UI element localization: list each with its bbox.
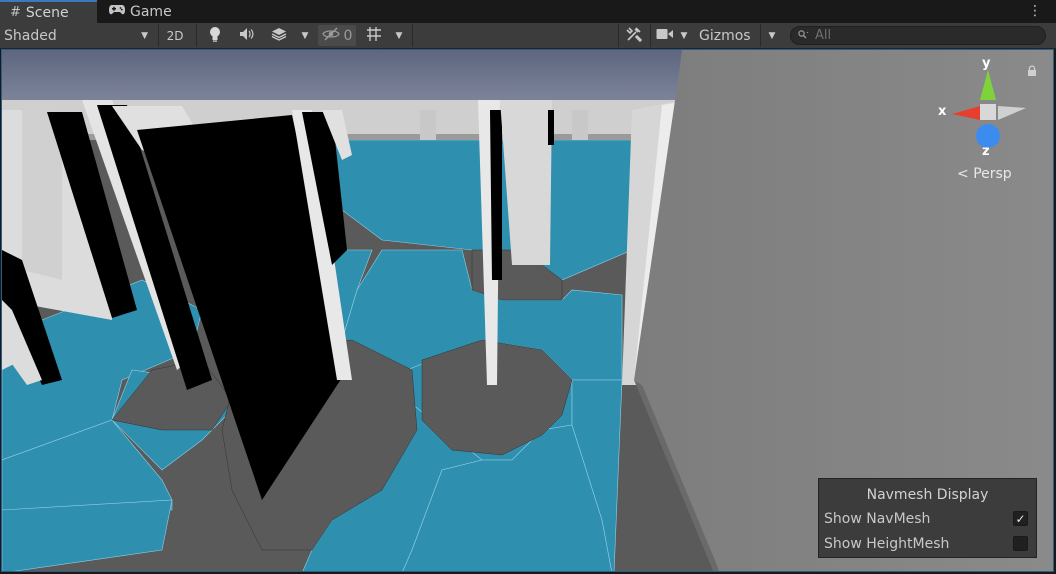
effects-dropdown-button[interactable]: ▼ [296, 25, 314, 46]
chevron-down-icon: ▼ [768, 30, 776, 41]
chevron-down-icon: ▼ [680, 30, 688, 41]
checkmark-icon: ✓ [1015, 511, 1026, 526]
tools-button[interactable] [622, 25, 646, 46]
navmesh-overlay-title: Navmesh Display [866, 487, 989, 503]
chevron-down-icon: ▼ [395, 30, 403, 41]
tab-bar: # Scene Game ⋮ [0, 0, 1056, 23]
projection-label: Persp [973, 166, 1012, 182]
gizmos-button[interactable]: Gizmos [696, 25, 758, 46]
scene-grid-icon: # [10, 5, 21, 20]
search-placeholder: All [815, 28, 832, 43]
light-bulb-icon [209, 26, 221, 46]
show-navmesh-label: Show NavMesh [824, 511, 931, 527]
lighting-toggle-button[interactable] [202, 25, 228, 46]
chevron-left-icon: < [957, 166, 969, 182]
x-axis-cone[interactable] [952, 106, 980, 120]
axis-z-label: z [982, 144, 990, 159]
scene-toolbar: Shaded ▼ 2D ▼ 0 ▼ ▼ Gizmos ▼ All [0, 23, 1056, 49]
show-heightmesh-checkbox[interactable] [1013, 536, 1028, 551]
tab-scene[interactable]: # Scene [0, 0, 97, 23]
camera-icon [656, 28, 674, 44]
shading-mode-dropdown[interactable]: Shaded ▼ [4, 25, 154, 46]
camera-button[interactable] [654, 25, 676, 46]
gamepad-icon [109, 4, 125, 19]
hidden-count: 0 [343, 27, 353, 44]
eye-slash-icon [321, 27, 340, 45]
axis-x-label: x [938, 104, 947, 119]
tab-game-label: Game [130, 3, 172, 20]
layers-icon [271, 27, 287, 45]
navmesh-display-overlay: Navmesh Display Show NavMesh ✓ Show Heig… [818, 478, 1037, 558]
grid-icon [366, 26, 382, 46]
tab-game[interactable]: Game [107, 0, 172, 23]
search-input[interactable]: All [790, 26, 1046, 45]
more-options-icon[interactable]: ⋮ [1028, 2, 1042, 20]
gizmos-dropdown-button[interactable]: ▼ [762, 25, 782, 46]
2d-toggle-button[interactable]: 2D [160, 25, 190, 46]
show-navmesh-checkbox[interactable]: ✓ [1013, 511, 1028, 526]
grid-toggle-button[interactable] [362, 25, 386, 46]
shading-mode-label: Shaded [4, 27, 57, 44]
speaker-icon [239, 27, 255, 45]
show-heightmesh-label: Show HeightMesh [824, 536, 950, 552]
camera-dropdown-button[interactable]: ▼ [676, 25, 692, 46]
audio-toggle-button[interactable] [234, 25, 260, 46]
grid-dropdown-button[interactable]: ▼ [390, 25, 408, 46]
search-icon [798, 28, 809, 43]
projection-toggle[interactable]: < Persp [957, 166, 1012, 182]
y-axis-cone[interactable] [980, 70, 996, 100]
chevron-down-icon: ▼ [141, 30, 148, 41]
axis-y-label: y [982, 56, 991, 71]
effects-toggle-button[interactable] [266, 25, 292, 46]
center-cube[interactable] [980, 104, 996, 120]
chevron-down-icon: ▼ [301, 30, 309, 41]
tools-icon [626, 26, 643, 46]
tab-scene-label: Scene [25, 4, 69, 21]
scene-visibility-toggle[interactable]: 0 [318, 25, 356, 46]
neg-x-axis-cone[interactable] [998, 106, 1026, 120]
